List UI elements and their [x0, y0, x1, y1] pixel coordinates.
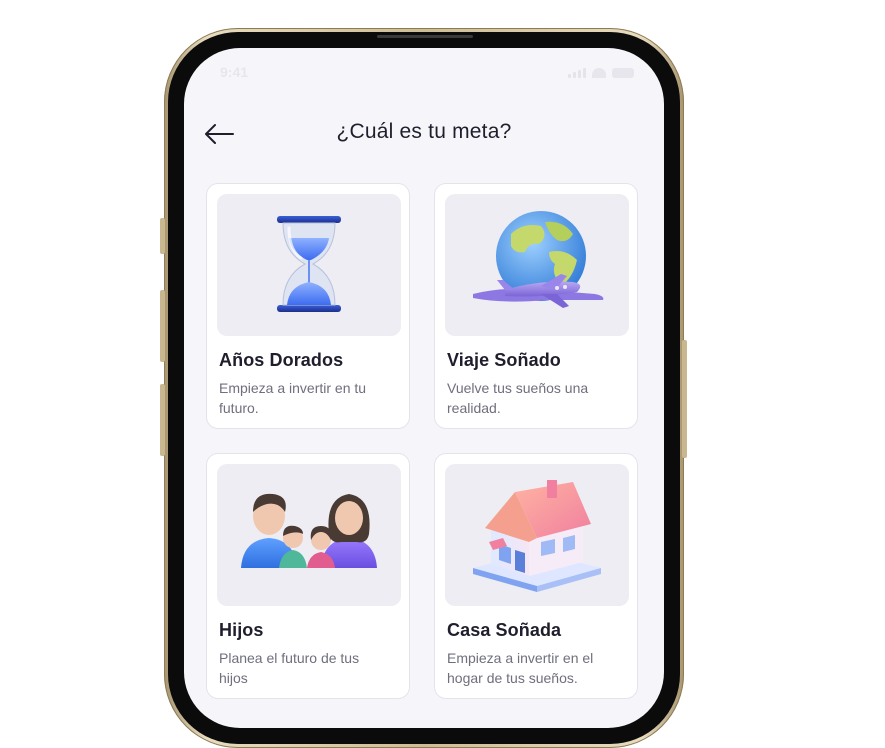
card-description: Vuelve tus sueños una realidad.: [447, 380, 589, 416]
card-description: Planea el futuro de tus hijos: [219, 650, 360, 686]
card-description: Empieza a invertir en el hogar de tus su…: [447, 650, 594, 686]
page-title: ¿Cuál es tu meta?: [336, 120, 512, 143]
card-title: Años Dorados: [219, 350, 344, 370]
battery-icon: [612, 68, 634, 78]
signal-icon: [568, 68, 586, 78]
globe-airplane-icon: [473, 211, 604, 308]
card-illustration: [445, 464, 629, 606]
volume-up-button: [160, 290, 165, 362]
power-button: [682, 340, 687, 458]
house-icon: [473, 480, 601, 592]
speaker-grille: [377, 35, 473, 38]
wifi-icon: [592, 68, 606, 78]
family-icon: [241, 493, 377, 568]
hourglass-icon: [277, 216, 341, 312]
card-description: Empieza a invertir en tu futuro.: [219, 380, 367, 416]
goal-card-anos-dorados[interactable]: Años Dorados Empieza a invertir en tu fu…: [206, 183, 410, 429]
goal-card-hijos[interactable]: Hijos Planea el futuro de tus hijos: [206, 453, 410, 699]
goal-card-casa-sonada[interactable]: Casa Soñada Empieza a invertir en el hog…: [434, 453, 638, 699]
card-illustration: [217, 194, 401, 336]
volume-down-button: [160, 384, 165, 456]
card-title: Hijos: [219, 620, 264, 640]
card-illustration: [445, 194, 629, 336]
status-icons: [568, 68, 634, 78]
phone-screen: 9:41 ¿Cuál es tu meta? Años Dorados Empi…: [184, 48, 664, 728]
card-title: Casa Soñada: [447, 620, 562, 640]
mute-switch: [160, 218, 165, 254]
card-illustration: [217, 464, 401, 606]
goal-card-viaje-sonado[interactable]: Viaje Soñado Vuelve tus sueños una reali…: [434, 183, 638, 429]
status-time: 9:41: [220, 64, 249, 80]
card-title: Viaje Soñado: [447, 350, 561, 370]
